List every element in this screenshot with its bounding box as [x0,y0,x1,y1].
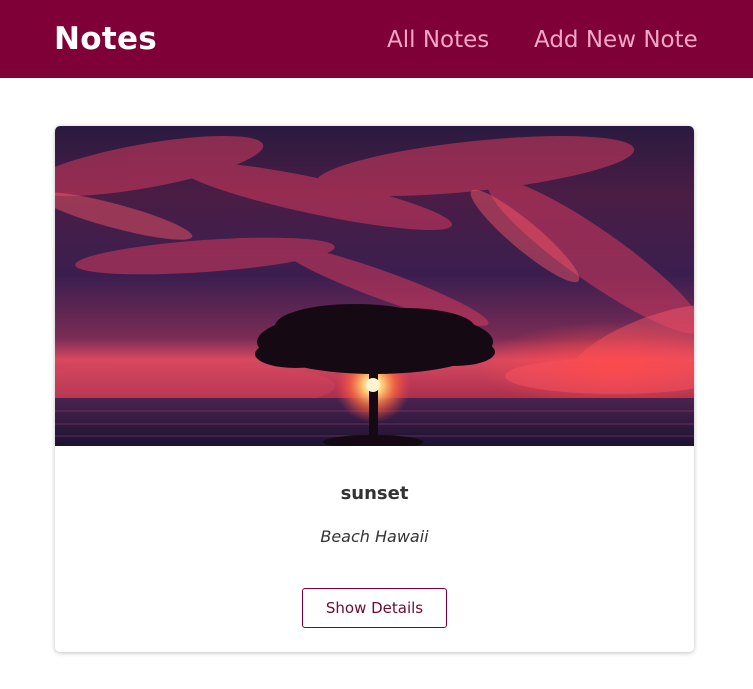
note-card: sunset Beach Hawaii Show Details [55,126,694,652]
note-image-sunset-tree [55,126,694,446]
note-title: sunset [340,483,409,504]
top-navbar: Notes All Notes Add New Note [0,0,753,78]
nav-add-new-note-link[interactable]: Add New Note [534,24,698,56]
brand-logo[interactable]: Notes [54,20,157,58]
note-subtitle: Beach Hawaii [320,527,429,546]
nav-all-notes-link[interactable]: All Notes [387,24,489,56]
show-details-button[interactable]: Show Details [302,588,447,628]
